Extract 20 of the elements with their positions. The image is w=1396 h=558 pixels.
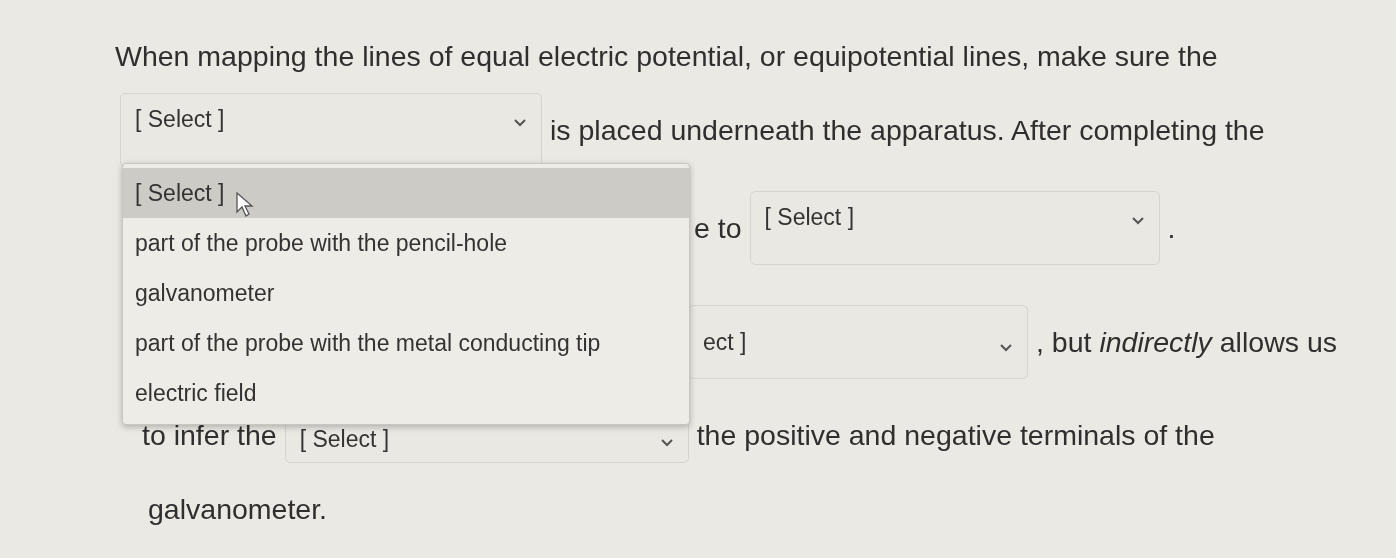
chevron-down-icon: [659, 438, 674, 448]
chevron-down-icon: [1130, 216, 1145, 226]
dropdown-option[interactable]: part of the probe with the pencil-hole: [123, 218, 689, 268]
answer-dropdown[interactable]: [ Select ]: [749, 191, 1160, 265]
question-text: the positive and negative terminals of the: [696, 418, 1215, 452]
chevron-down-icon: [513, 118, 527, 128]
question-text: is placed underneath the apparatus. After completing the: [550, 113, 1265, 147]
answer-dropdown[interactable]: ect ]: [688, 305, 1028, 379]
question-text: , but indirectly allows us: [1036, 325, 1337, 359]
question-text: e to: [694, 211, 742, 245]
question-text: to infer the: [142, 418, 277, 452]
mouse-pointer-icon: [236, 192, 254, 218]
answer-dropdown[interactable]: [ Select ]: [120, 93, 542, 167]
chevron-down-icon: [999, 343, 1013, 353]
dropdown-option[interactable]: galvanometer: [123, 268, 689, 318]
dropdown-option[interactable]: [ Select ]: [123, 168, 689, 218]
question-text: galvanometer.: [148, 493, 328, 526]
dropdown-option[interactable]: part of the probe with the metal conducting tip: [123, 318, 689, 368]
question-text: When mapping the lines of equal electric potential, or equipotential lines, make sure the: [115, 40, 1218, 73]
question-text: .: [1167, 211, 1176, 245]
